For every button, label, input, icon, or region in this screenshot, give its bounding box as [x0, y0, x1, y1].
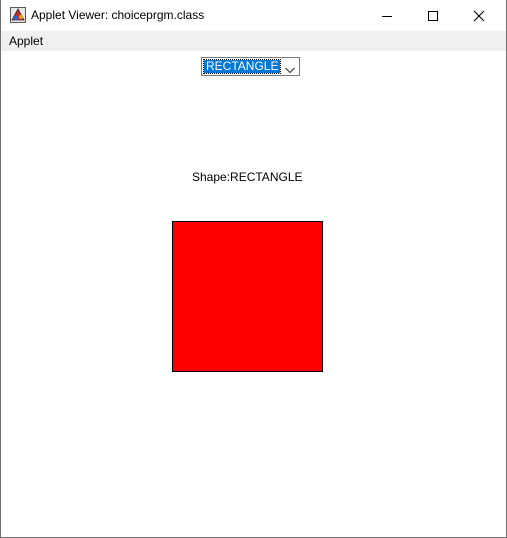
minimize-button[interactable] — [364, 0, 410, 31]
close-icon — [473, 10, 485, 22]
minimize-icon — [381, 10, 393, 22]
menu-item-applet[interactable]: Applet — [9, 34, 43, 48]
shape-label: Shape:RECTANGLE — [192, 170, 303, 184]
menu-bar: Applet — [1, 31, 506, 51]
rectangle-shape — [172, 221, 323, 372]
choice-selected-value: RECTANGLE — [202, 59, 282, 74]
close-button[interactable] — [456, 0, 502, 31]
title-bar[interactable]: Applet Viewer: choiceprgm.class — [1, 0, 506, 31]
maximize-button[interactable] — [410, 0, 456, 31]
java-applet-icon — [10, 7, 26, 23]
chevron-down-icon[interactable] — [284, 62, 296, 74]
applet-content-area: RECTANGLE Shape:RECTANGLE — [1, 51, 506, 537]
shape-choice-dropdown[interactable]: RECTANGLE — [201, 57, 300, 76]
maximize-icon — [427, 10, 439, 22]
window-title: Applet Viewer: choiceprgm.class — [31, 8, 205, 22]
applet-viewer-window: Applet Viewer: choiceprgm.class Applet R… — [0, 0, 507, 538]
